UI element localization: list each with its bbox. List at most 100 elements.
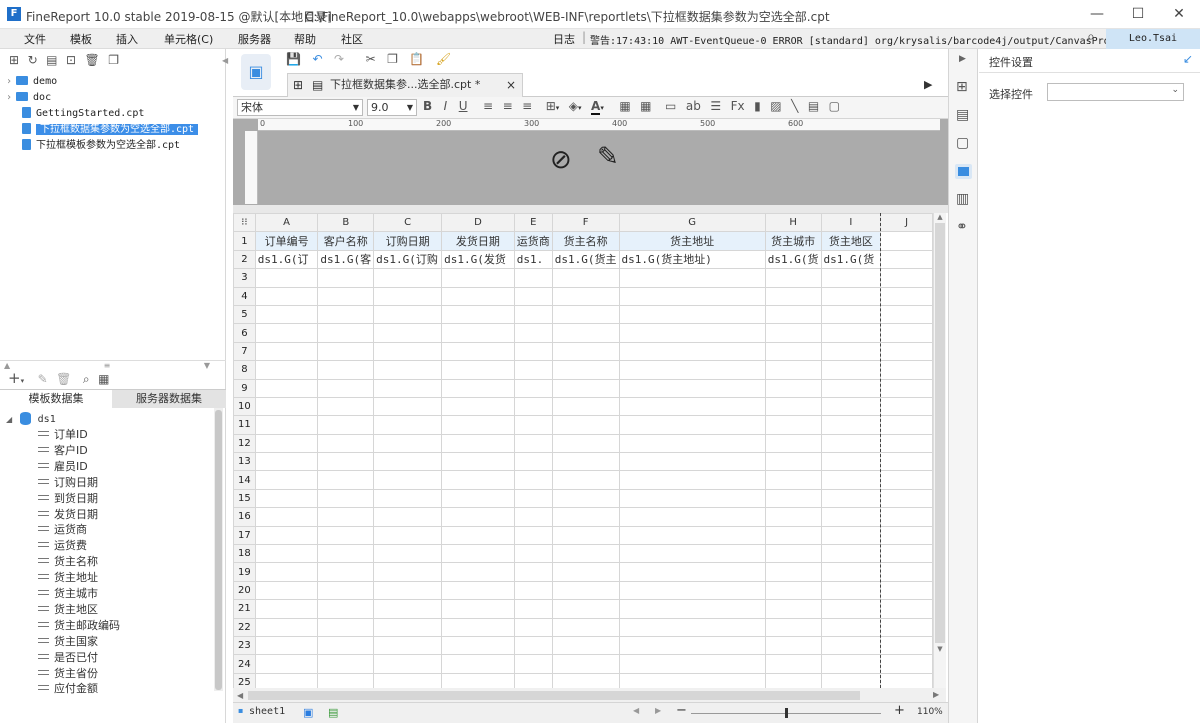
zoom-level[interactable]: 110%	[917, 707, 943, 717]
cell-F10[interactable]	[551, 396, 620, 417]
cell-I23[interactable]	[820, 635, 882, 656]
cell-D5[interactable]	[441, 304, 515, 325]
cell-H2[interactable]: ds1.G(货	[764, 249, 822, 270]
cell-B10[interactable]	[317, 396, 375, 417]
cell-D20[interactable]	[441, 580, 515, 601]
text-cell-icon[interactable]: ▭	[665, 99, 676, 113]
cell-G21[interactable]	[618, 599, 766, 619]
cell-G1[interactable]: 货主地址	[618, 231, 766, 251]
report-grid[interactable]: ⁝⁝ A B C D E F G H I J 1 订单编号 客户名称 订购日期 发货日期 运货商 货主名称 货主地址…	[233, 213, 933, 688]
cell-I7[interactable]	[820, 341, 882, 362]
cell-B9[interactable]	[317, 378, 375, 398]
cell-G24[interactable]	[618, 654, 766, 674]
hide-eye-icon[interactable]: ⊘	[550, 145, 572, 175]
row-header[interactable]: 24	[233, 654, 256, 674]
delete-dataset-icon[interactable]: 🗑	[56, 372, 71, 386]
richtext-icon[interactable]: ab	[686, 99, 701, 113]
column-header[interactable]: G	[618, 213, 766, 233]
column-header[interactable]: I	[820, 213, 882, 233]
cell-E12[interactable]	[513, 433, 553, 454]
cell-J4[interactable]	[880, 286, 933, 306]
cell-C9[interactable]	[373, 378, 443, 398]
cell-B20[interactable]	[317, 580, 375, 601]
cell-J11[interactable]	[880, 415, 933, 435]
tab-server-dataset[interactable]: 服务器数据集	[112, 390, 226, 408]
horizontal-scrollbar[interactable]: ◀ ▶	[233, 688, 946, 702]
cell-J1[interactable]	[880, 231, 933, 251]
row-header[interactable]: 21	[233, 599, 256, 619]
column-header[interactable]: D	[441, 213, 515, 233]
cell-D19[interactable]	[441, 562, 515, 582]
cell-C8[interactable]	[373, 360, 443, 380]
cell-D7[interactable]	[441, 341, 515, 362]
row-header[interactable]: 3	[233, 268, 256, 288]
cell-C6[interactable]	[373, 323, 443, 343]
zoom-in-icon[interactable]: +	[894, 703, 905, 718]
more-icon[interactable]: ▢	[829, 99, 840, 113]
cell-G3[interactable]	[618, 268, 766, 288]
cell-C4[interactable]	[373, 286, 443, 306]
row-header[interactable]: 11	[233, 415, 256, 435]
cell-B14[interactable]	[317, 470, 375, 490]
cell-A12[interactable]	[254, 433, 319, 454]
dataset-field[interactable]: 货主地址	[38, 570, 98, 586]
cell-H15[interactable]	[764, 488, 822, 509]
user-badge[interactable]: Leo.Tsai	[1106, 29, 1200, 49]
cell-F22[interactable]	[551, 617, 620, 637]
new-folder-icon[interactable]: ⊞	[9, 53, 19, 67]
dataset-properties-icon[interactable]: ▦	[98, 372, 109, 386]
cell-G12[interactable]	[618, 433, 766, 454]
cell-A13[interactable]	[254, 452, 319, 472]
cell-G17[interactable]	[618, 525, 766, 546]
cell-B12[interactable]	[317, 433, 375, 454]
cell-C2[interactable]: ds1.G(订购	[373, 249, 443, 270]
cell-H25[interactable]	[764, 672, 822, 688]
row-header[interactable]: 22	[233, 617, 256, 637]
cell-A4[interactable]	[254, 286, 319, 306]
pane-splitter[interactable]	[233, 205, 948, 213]
vertical-scrollbar[interactable]: ▲ ▼	[933, 213, 946, 688]
row-header[interactable]: 8	[233, 360, 256, 380]
copy-icon[interactable]: ❐	[108, 53, 119, 67]
cell-F23[interactable]	[551, 635, 620, 656]
cell-F1[interactable]: 货主名称	[551, 231, 620, 251]
cell-F12[interactable]	[551, 433, 620, 454]
column-header[interactable]: J	[880, 213, 933, 233]
condition-icon[interactable]: ▥	[956, 191, 969, 207]
tree-item-doc[interactable]: › doc	[6, 90, 51, 106]
cell-G5[interactable]	[618, 304, 766, 325]
cell-H18[interactable]	[764, 544, 822, 564]
delete-icon[interactable]: 🗑	[85, 53, 100, 67]
cell-D25[interactable]	[441, 672, 515, 688]
dataset-field[interactable]: 货主邮政编码	[38, 618, 120, 634]
designer-mode-icon[interactable]: ▣	[241, 54, 271, 90]
tree-item-gettingstarted[interactable]: GettingStarted.cpt	[22, 106, 144, 122]
cell-G11[interactable]	[618, 415, 766, 435]
dataset-field[interactable]: 是否已付	[38, 650, 98, 666]
row-header[interactable]: 14	[233, 470, 256, 490]
cell-C10[interactable]	[373, 396, 443, 417]
cell-C22[interactable]	[373, 617, 443, 637]
cell-C12[interactable]	[373, 433, 443, 454]
cell-I21[interactable]	[820, 599, 882, 619]
cell-E19[interactable]	[513, 562, 553, 582]
cell-C20[interactable]	[373, 580, 443, 601]
style-icon[interactable]: ▢	[956, 135, 969, 151]
cell-C16[interactable]	[373, 507, 443, 527]
cell-H16[interactable]	[764, 507, 822, 527]
widget-settings-tab[interactable]	[955, 164, 972, 179]
cell-J20[interactable]	[880, 580, 933, 601]
merge-icon[interactable]: ▦	[619, 99, 630, 113]
cell-H20[interactable]	[764, 580, 822, 601]
cell-F15[interactable]	[551, 488, 620, 509]
cut-icon[interactable]: ✂	[366, 52, 376, 66]
cell-F11[interactable]	[551, 415, 620, 435]
cell-C11[interactable]	[373, 415, 443, 435]
cell-G10[interactable]	[618, 396, 766, 417]
zoom-out-icon[interactable]: −	[676, 703, 687, 718]
corner-cell[interactable]: ⁝⁝	[233, 213, 256, 233]
image-icon[interactable]: ▨	[770, 99, 781, 113]
cell-G4[interactable]	[618, 286, 766, 306]
row-header[interactable]: 1	[233, 231, 256, 251]
cell-C7[interactable]	[373, 341, 443, 362]
